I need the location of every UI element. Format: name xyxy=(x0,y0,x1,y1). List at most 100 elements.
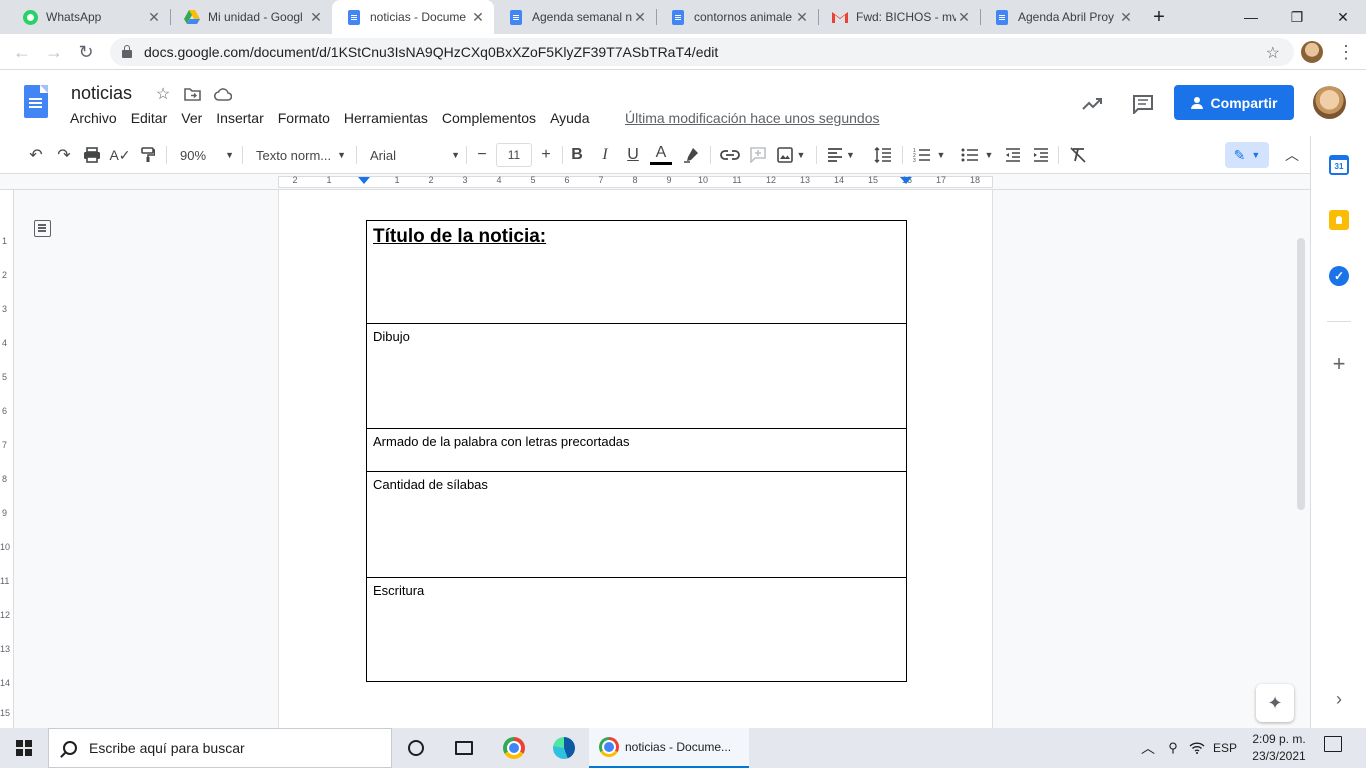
text-color-icon[interactable]: A xyxy=(650,143,672,165)
menu-herramientas[interactable]: Herramientas xyxy=(337,110,435,126)
bulleted-list-icon[interactable]: ▼ xyxy=(956,143,998,167)
decrease-indent-icon[interactable] xyxy=(1002,143,1024,167)
redo-icon[interactable]: ↷ xyxy=(52,143,76,167)
increase-font-size-icon[interactable]: + xyxy=(536,143,556,167)
close-icon[interactable]: ✕ xyxy=(308,9,324,26)
active-window-button[interactable]: noticias - Docume... xyxy=(589,728,749,768)
right-indent-marker[interactable] xyxy=(900,177,912,184)
table-cell[interactable]: Armado de la palabra con letras precorta… xyxy=(366,428,907,472)
add-addon-icon[interactable]: + xyxy=(1329,351,1349,376)
document-title[interactable]: noticias xyxy=(71,83,132,104)
edge-taskbar-button[interactable] xyxy=(540,728,588,768)
line-spacing-icon[interactable] xyxy=(870,143,896,167)
task-view-button[interactable] xyxy=(440,728,488,768)
google-keep-icon[interactable] xyxy=(1329,210,1349,230)
menu-editar[interactable]: Editar xyxy=(124,110,175,126)
zoom-dropdown[interactable]: 90% ▼ xyxy=(180,143,234,167)
account-avatar[interactable] xyxy=(1313,86,1346,119)
profile-avatar[interactable] xyxy=(1301,41,1323,63)
wifi-icon[interactable] xyxy=(1186,728,1208,768)
italic-icon[interactable]: I xyxy=(594,143,616,167)
bold-icon[interactable]: B xyxy=(566,143,588,167)
url-input[interactable]: docs.google.com/document/d/1KStCnu3IsNA9… xyxy=(110,38,1294,66)
underline-icon[interactable]: U xyxy=(622,143,644,167)
close-icon[interactable]: ✕ xyxy=(956,9,972,26)
close-icon[interactable]: ✕ xyxy=(470,9,486,26)
minimize-button[interactable]: — xyxy=(1228,0,1274,34)
notification-center-icon[interactable] xyxy=(1324,736,1342,752)
activity-trend-icon[interactable] xyxy=(1081,92,1105,116)
new-tab-button[interactable]: + xyxy=(1142,0,1176,34)
cloud-saved-icon[interactable] xyxy=(213,84,233,104)
expand-panel-icon[interactable]: › xyxy=(1329,689,1349,709)
menu-archivo[interactable]: Archivo xyxy=(63,110,124,126)
explore-button[interactable]: ✦ xyxy=(1256,684,1294,722)
menu-insertar[interactable]: Insertar xyxy=(209,110,270,126)
chrome-taskbar-button[interactable] xyxy=(490,728,538,768)
menu-ver[interactable]: Ver xyxy=(174,110,209,126)
insert-image-icon[interactable]: ▼ xyxy=(774,143,808,167)
forward-icon[interactable]: → xyxy=(41,39,67,65)
google-calendar-icon[interactable]: 31 xyxy=(1329,155,1349,175)
system-clock[interactable]: 2:09 p. m. 23/3/2021 xyxy=(1246,731,1312,765)
vertical-scrollbar[interactable] xyxy=(1297,238,1305,510)
tab-agenda-abril[interactable]: Agenda Abril Proy ✕ xyxy=(980,0,1142,34)
document-outline-icon[interactable] xyxy=(34,220,51,237)
maximize-button[interactable]: ❐ xyxy=(1274,0,1320,34)
google-docs-logo[interactable] xyxy=(24,85,48,118)
document-page[interactable]: Título de la noticia: Dibujo Armado de l… xyxy=(278,190,993,728)
tab-contornos[interactable]: contornos animale ✕ xyxy=(656,0,818,34)
undo-icon[interactable]: ↶ xyxy=(24,143,48,167)
paint-format-icon[interactable] xyxy=(136,143,160,167)
move-folder-icon[interactable] xyxy=(182,84,202,104)
cortana-button[interactable] xyxy=(392,728,440,768)
increase-indent-icon[interactable] xyxy=(1030,143,1052,167)
print-icon[interactable] xyxy=(80,143,104,167)
close-icon[interactable]: ✕ xyxy=(146,9,162,26)
collapse-menus-icon[interactable]: ︿ xyxy=(1280,143,1304,167)
table-cell[interactable]: Dibujo xyxy=(366,323,907,429)
share-button[interactable]: Compartir xyxy=(1174,85,1294,120)
back-icon[interactable]: ← xyxy=(9,39,35,65)
lock-icon[interactable] xyxy=(122,45,132,58)
tab-mi-unidad[interactable]: Mi unidad - Googl ✕ xyxy=(170,0,332,34)
star-icon[interactable]: ☆ xyxy=(153,84,173,104)
last-edit-link[interactable]: Última modificación hace unos segundos xyxy=(625,110,879,126)
insert-link-icon[interactable] xyxy=(718,143,742,167)
tab-agenda-semanal[interactable]: Agenda semanal n ✕ xyxy=(494,0,656,34)
paragraph-style-dropdown[interactable]: Texto norm... ▼ xyxy=(256,143,346,167)
tab-noticias[interactable]: noticias - Docume ✕ xyxy=(332,0,494,34)
tab-gmail[interactable]: Fwd: BICHOS - mv ✕ xyxy=(818,0,980,34)
reload-icon[interactable]: ↻ xyxy=(73,39,99,65)
google-tasks-icon[interactable]: ✓ xyxy=(1329,266,1349,286)
table-cell[interactable]: Escritura xyxy=(366,577,907,682)
font-dropdown[interactable]: Arial ▼ xyxy=(370,143,460,167)
close-icon[interactable]: ✕ xyxy=(794,9,810,26)
bookmark-star-icon[interactable]: ☆ xyxy=(1266,43,1280,63)
numbered-list-icon[interactable]: 123 ▼ xyxy=(908,143,950,167)
clear-formatting-icon[interactable] xyxy=(1066,143,1090,167)
show-hidden-icons-icon[interactable]: ︿ xyxy=(1138,728,1158,768)
table-cell[interactable]: Cantidad de sílabas xyxy=(366,471,907,578)
menu-complementos[interactable]: Complementos xyxy=(435,110,543,126)
menu-formato[interactable]: Formato xyxy=(271,110,337,126)
highlight-icon[interactable] xyxy=(680,143,702,167)
taskbar-search-input[interactable]: Escribe aquí para buscar xyxy=(48,728,392,768)
close-window-button[interactable]: ✕ xyxy=(1320,0,1366,34)
tab-whatsapp[interactable]: WhatsApp ✕ xyxy=(8,0,170,34)
language-indicator[interactable]: ESP xyxy=(1210,728,1240,768)
start-button[interactable] xyxy=(0,728,48,768)
font-size-input[interactable]: 11 xyxy=(496,143,532,167)
editing-mode-dropdown[interactable]: ✎ ▼ xyxy=(1225,142,1269,168)
table-cell[interactable]: Título de la noticia: xyxy=(366,220,907,324)
decrease-font-size-icon[interactable]: − xyxy=(472,143,492,167)
close-icon[interactable]: ✕ xyxy=(632,9,648,26)
close-icon[interactable]: ✕ xyxy=(1118,9,1134,26)
align-left-icon[interactable]: ▼ xyxy=(826,143,856,167)
device-icon[interactable]: ⚲ xyxy=(1162,728,1184,768)
spellcheck-icon[interactable]: A✓ xyxy=(108,143,132,167)
comments-icon[interactable] xyxy=(1131,92,1155,116)
menu-ayuda[interactable]: Ayuda xyxy=(543,110,596,126)
url-text[interactable]: docs.google.com/document/d/1KStCnu3IsNA9… xyxy=(144,44,718,60)
left-indent-marker[interactable] xyxy=(358,177,370,184)
